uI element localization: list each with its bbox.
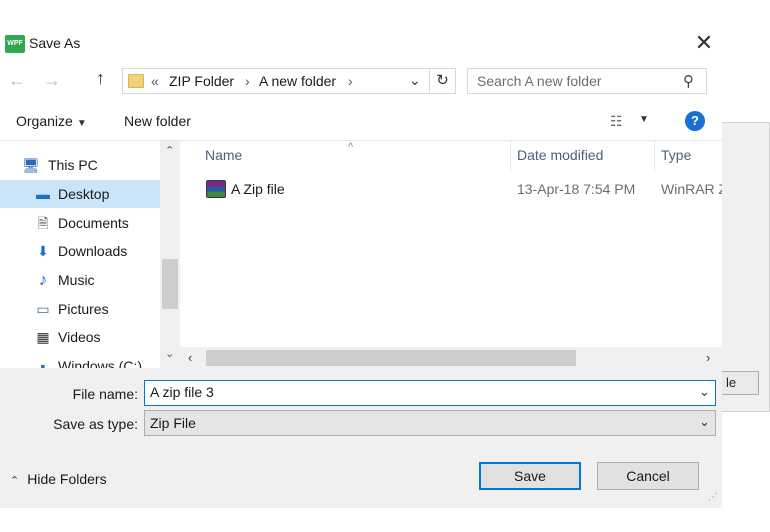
- refresh-icon[interactable]: ↻: [429, 69, 455, 93]
- hide-folders-button[interactable]: ⌃ Hide Folders: [10, 471, 107, 487]
- scroll-right-icon[interactable]: ›: [706, 350, 710, 365]
- sidebar-item-downloads[interactable]: ⬇ Downloads: [0, 237, 160, 265]
- address-bar[interactable]: « ZIP Folder › A new folder › ⌄ ↻: [122, 68, 456, 94]
- sidebar-item-label: Videos: [58, 329, 101, 345]
- view-dropdown-arrow-icon[interactable]: ▼: [639, 114, 649, 125]
- dialog-title: Save As: [29, 35, 81, 51]
- view-options-icon[interactable]: ☷: [610, 113, 623, 130]
- scroll-down-icon[interactable]: ⌄: [165, 347, 174, 360]
- sidebar-item-music[interactable]: ♪ Music: [0, 266, 160, 294]
- desktop-icon: ▬: [36, 186, 50, 202]
- sidebar-scrollbar[interactable]: ⌃ ⌄: [160, 141, 180, 369]
- sidebar-item-this-pc[interactable]: 🖥 This PC: [0, 151, 160, 179]
- help-icon[interactable]: ?: [685, 111, 705, 131]
- videos-icon: ▦: [36, 329, 50, 345]
- file-list: ^ Name Date modified Type A Zip file 13-…: [180, 141, 722, 369]
- sidebar-item-label: This PC: [48, 157, 98, 173]
- computer-icon: 🖥: [22, 157, 40, 173]
- save-form: File name: ⌄ Save as type: Zip File ⌄ ⌃ H…: [0, 368, 722, 508]
- navigation-pane: 🖥 This PC ▬ Desktop 🗎 Documents ⬇ Downlo…: [0, 141, 180, 369]
- save-button[interactable]: Save: [479, 462, 581, 490]
- horizontal-scroll-thumb[interactable]: [206, 350, 576, 366]
- close-button[interactable]: ✕: [690, 30, 718, 56]
- column-header-type[interactable]: Type: [661, 147, 691, 163]
- documents-icon: 🗎: [37, 215, 49, 231]
- music-icon: ♪: [38, 270, 48, 289]
- organize-button[interactable]: Organize ▼: [16, 113, 87, 129]
- search-icon[interactable]: ⚲: [683, 72, 694, 90]
- file-name-label: File name:: [72, 386, 138, 402]
- save-as-type-label: Save as type:: [53, 416, 138, 432]
- sidebar-item-pictures[interactable]: ▭ Pictures: [0, 295, 160, 323]
- file-name-input[interactable]: [150, 384, 680, 400]
- scroll-thumb[interactable]: [162, 259, 178, 309]
- address-dropdown-icon[interactable]: ⌄: [409, 72, 421, 89]
- sort-indicator-icon: ^: [348, 141, 354, 153]
- breadcrumb-separator[interactable]: ›: [348, 73, 353, 89]
- sidebar-item-label: Downloads: [58, 243, 128, 259]
- sidebar-item-documents[interactable]: 🗎 Documents: [0, 209, 160, 237]
- file-type: WinRAR Z: [661, 181, 722, 197]
- pictures-icon: ▭: [36, 301, 50, 317]
- dropdown-arrow-icon: ▼: [76, 118, 87, 129]
- chevron-down-icon[interactable]: ⌄: [699, 384, 710, 400]
- toolbar: Organize ▼ New folder ☷ ▼ ?: [0, 104, 722, 140]
- scroll-left-icon[interactable]: ‹: [188, 350, 192, 365]
- save-as-dialog: WPF Save As ✕ ← → ↑ « ZIP Folder › A new…: [0, 0, 722, 508]
- up-arrow-icon[interactable]: ↑: [96, 68, 105, 89]
- column-header-name[interactable]: Name: [205, 147, 242, 163]
- back-arrow-icon[interactable]: ←: [8, 70, 26, 91]
- file-name-field[interactable]: ⌄: [144, 380, 716, 406]
- organize-label: Organize: [16, 113, 73, 129]
- sidebar-item-label: Music: [58, 272, 95, 288]
- breadcrumb-zip-folder[interactable]: ZIP Folder: [169, 73, 234, 89]
- sidebar-item-desktop[interactable]: ▬ Desktop: [0, 180, 160, 208]
- browser-area: 🖥 This PC ▬ Desktop 🗎 Documents ⬇ Downlo…: [0, 140, 722, 369]
- chevron-up-icon: ⌃: [10, 475, 20, 487]
- column-divider[interactable]: [510, 141, 511, 171]
- app-icon: WPF: [5, 35, 25, 53]
- sidebar-item-label: Desktop: [58, 186, 110, 202]
- column-divider[interactable]: [654, 141, 655, 171]
- cancel-button[interactable]: Cancel: [597, 462, 699, 490]
- file-date-modified: 13-Apr-18 7:54 PM: [517, 181, 636, 197]
- chevron-down-icon[interactable]: ⌄: [699, 414, 710, 430]
- file-name: A Zip file: [231, 181, 285, 197]
- background-button: le: [719, 371, 759, 395]
- folder-icon: [128, 74, 144, 88]
- navigation-bar: ← → ↑ « ZIP Folder › A new folder › ⌄ ↻ …: [0, 62, 722, 100]
- save-as-type-value: Zip File: [150, 415, 196, 431]
- downloads-icon: ⬇: [37, 243, 49, 259]
- breadcrumb-a-new-folder[interactable]: A new folder: [259, 73, 336, 89]
- search-box[interactable]: ⚲: [467, 68, 707, 94]
- resize-grip-icon[interactable]: ⋰: [708, 492, 718, 503]
- breadcrumb-separator[interactable]: ›: [245, 73, 250, 89]
- sidebar-item-windows-c[interactable]: ▪ Windows (C:): [0, 352, 160, 369]
- sidebar-item-videos[interactable]: ▦ Videos: [0, 323, 160, 351]
- sidebar-item-label: Documents: [58, 215, 129, 231]
- file-row[interactable]: A Zip file 13-Apr-18 7:54 PM WinRAR Z: [180, 177, 722, 203]
- horizontal-scrollbar[interactable]: ‹ ›: [180, 347, 722, 369]
- title-bar: WPF Save As ✕: [0, 0, 722, 60]
- search-input[interactable]: [477, 73, 677, 89]
- address-overflow-chevron[interactable]: «: [151, 73, 159, 89]
- new-folder-button[interactable]: New folder: [124, 113, 191, 129]
- save-as-type-select[interactable]: Zip File ⌄: [144, 410, 716, 436]
- scroll-up-icon[interactable]: ⌃: [165, 144, 174, 157]
- winrar-archive-icon: [206, 180, 226, 198]
- column-header-date-modified[interactable]: Date modified: [517, 147, 603, 163]
- sidebar-item-label: Pictures: [58, 301, 109, 317]
- hide-folders-label: Hide Folders: [27, 471, 107, 487]
- forward-arrow-icon[interactable]: →: [43, 70, 61, 91]
